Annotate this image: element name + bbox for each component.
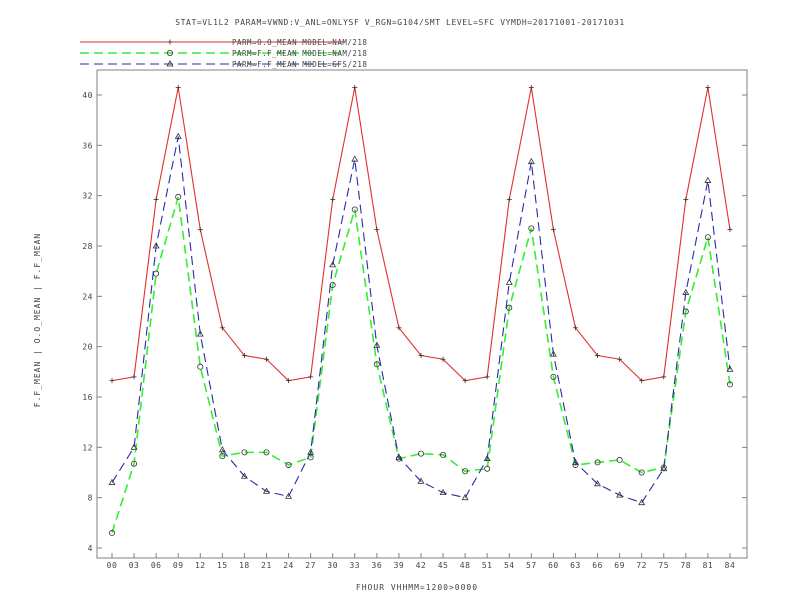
plus-marker [528, 84, 534, 90]
series-3 [108, 132, 734, 506]
plus-marker [374, 227, 380, 233]
x-tick-label: 24 [283, 561, 294, 570]
plus-marker [175, 84, 181, 90]
triangle-marker [704, 176, 712, 183]
x-tick-label: 81 [703, 561, 714, 570]
chart-title: STAT=VL1L2 PARAM=VWND:V_ANL=ONLYSF V_RGN… [175, 18, 625, 27]
legend: PARM=O.O_MEAN MODEL=NAM/218 PARM=F.F_MEAN… [80, 38, 367, 69]
x-axis-title: FHOUR VHHMM=1200>0000 [356, 583, 478, 592]
y-tick-label: 12 [82, 443, 93, 452]
y-tick-label: 40 [82, 91, 93, 100]
y-tick-label: 20 [82, 343, 93, 352]
x-tick-label: 63 [570, 561, 581, 570]
triangle-marker [351, 155, 359, 162]
plus-marker [197, 227, 203, 233]
series-2 [109, 193, 733, 536]
y-tick-label: 32 [82, 192, 93, 201]
x-tick-label: 69 [614, 561, 625, 570]
y-tick-label: 4 [88, 544, 93, 553]
circle-marker [197, 363, 204, 370]
plus-marker [727, 227, 733, 233]
plus-marker [484, 374, 490, 380]
plus-marker [330, 196, 336, 202]
x-tick-label: 45 [438, 561, 449, 570]
y-axis-title: F.F_MEAN | O.O_MEAN | F.F_MEAN [33, 233, 42, 408]
x-tick-label: 78 [680, 561, 691, 570]
plus-marker [705, 84, 711, 90]
series-line [111, 136, 731, 504]
x-tick-label: 33 [349, 561, 360, 570]
x-tick-label: 72 [636, 561, 647, 570]
x-tick-label: 09 [173, 561, 184, 570]
series-line [111, 87, 731, 382]
x-tick-label: 60 [548, 561, 559, 570]
x-tick-label: 03 [129, 561, 140, 570]
x-tick-label: 30 [327, 561, 338, 570]
x-tick-label: 00 [107, 561, 118, 570]
legend-label: PARM=F.F_MEAN MODEL=NAM/218 [232, 49, 367, 58]
x-tick-label: 54 [504, 561, 515, 570]
plot-frame [96, 69, 748, 559]
y-tick-label: 24 [82, 292, 93, 301]
x-tick-label: 42 [416, 561, 427, 570]
x-tick-label: 27 [305, 561, 316, 570]
plus-marker [109, 378, 115, 384]
legend-item: PARM=F.F_MEAN MODEL=GFS/218 [80, 60, 367, 69]
x-tick-label: 15 [217, 561, 228, 570]
x-tick-label: 39 [394, 561, 405, 570]
plus-marker [506, 196, 512, 202]
plus-marker [153, 196, 159, 202]
x-axis: 00 03 06 09 12 15 18 21 24 27 30 33 36 39 42 45 48 51 54 57… [107, 553, 736, 570]
x-tick-label: 06 [151, 561, 162, 570]
x-tick-label: 36 [372, 561, 383, 570]
legend-item: PARM=F.F_MEAN MODEL=NAM/218 [80, 49, 367, 58]
plus-marker [352, 84, 358, 90]
x-tick-label: 57 [526, 561, 537, 570]
y-axis: 4 8 12 16 20 24 28 32 36 40 [82, 91, 747, 553]
triangle-marker [218, 446, 226, 453]
x-tick-label: 51 [482, 561, 493, 570]
y-tick-label: 16 [82, 393, 93, 402]
legend-label: PARM=F.F_MEAN MODEL=GFS/218 [232, 60, 367, 69]
circle-marker [153, 270, 160, 277]
x-tick-label: 21 [261, 561, 272, 570]
line-chart: STAT=VL1L2 PARAM=VWND:V_ANL=ONLYSF V_RGN… [33, 18, 748, 592]
y-tick-label: 28 [82, 242, 93, 251]
y-tick-label: 36 [82, 141, 93, 150]
plus-marker [683, 196, 689, 202]
x-tick-label: 75 [658, 561, 669, 570]
triangle-marker [505, 278, 513, 285]
plus-marker [167, 39, 173, 45]
legend-label: PARM=O.O_MEAN MODEL=NAM/218 [232, 38, 367, 47]
x-tick-label: 66 [592, 561, 603, 570]
series-layer [108, 84, 734, 536]
plus-marker [661, 374, 667, 380]
x-tick-label: 12 [195, 561, 206, 570]
x-tick-label: 48 [460, 561, 471, 570]
x-tick-label: 18 [239, 561, 250, 570]
plus-marker [550, 227, 556, 233]
x-tick-label: 84 [725, 561, 736, 570]
legend-item: PARM=O.O_MEAN MODEL=NAM/218 [80, 38, 367, 47]
plus-marker [308, 374, 314, 380]
plus-marker [131, 374, 137, 380]
series-1 [109, 84, 733, 384]
y-tick-label: 8 [88, 494, 93, 503]
